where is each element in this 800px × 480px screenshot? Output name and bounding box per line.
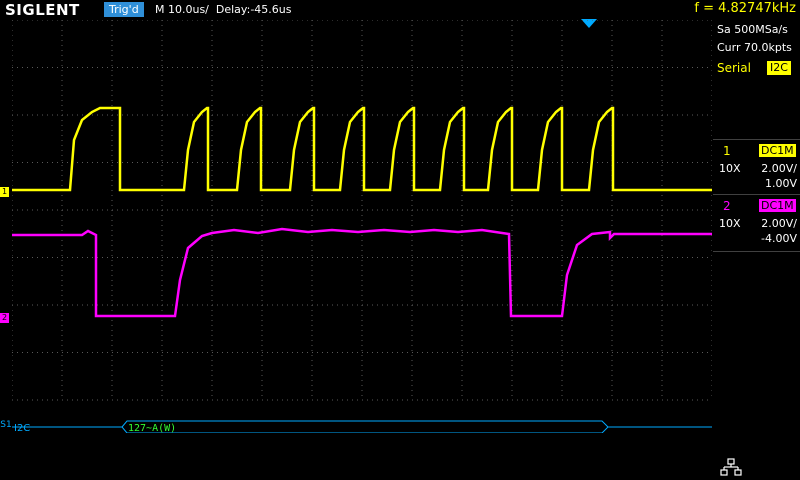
ch2-scale: 2.00V/	[761, 217, 797, 230]
ch2-number: 2	[723, 199, 731, 213]
ch1-offset: 1.00V	[764, 177, 797, 190]
graticule	[12, 20, 712, 401]
top-bar: SIGLENT Trig'd M 10.0us/ Delay:-45.6us f…	[0, 0, 800, 20]
waveform-display[interactable]: I2C 127~A(W)	[12, 20, 712, 433]
memory-depth: Curr 70.0kpts	[717, 41, 792, 54]
serial-label: Serial	[717, 61, 751, 75]
decode-protocol-label: I2C	[14, 423, 30, 433]
ch1-scale: 2.00V/	[761, 162, 797, 175]
ch1-probe: 10X	[719, 162, 741, 175]
brand-logo: SIGLENT	[5, 1, 80, 19]
ch2-waveform	[12, 227, 712, 318]
ch1-coupling: DC1M	[759, 144, 796, 157]
ch2-ground-marker[interactable]: 2	[0, 313, 9, 323]
network-icon	[720, 458, 742, 476]
decode-bus[interactable]: I2C 127~A(W)	[12, 420, 712, 433]
ch2-marker-label: 2	[1, 313, 8, 322]
decode-marker[interactable]: S1	[0, 420, 12, 430]
ch2-offset: -4.00V	[761, 232, 797, 245]
timebase-value: M 10.0us/	[155, 3, 209, 16]
ch2-probe: 10X	[719, 217, 741, 230]
ch1-ground-marker[interactable]: 1	[0, 187, 9, 197]
sample-rate: Sa 500MSa/s	[717, 23, 788, 36]
serial-protocol-badge: I2C	[767, 61, 791, 75]
delay-value: Delay:-45.6us	[215, 3, 292, 16]
ch1-marker-label: 1	[1, 187, 8, 196]
ch1-number: 1	[723, 144, 731, 158]
decode-packet-label: 127~A(W)	[128, 423, 176, 433]
timebase-readout[interactable]: M 10.0us/ Delay:-45.6us	[155, 3, 292, 16]
bottom-bar	[0, 435, 713, 480]
frequency-counter: f = 4.82747kHz	[694, 1, 796, 16]
ch1-info-panel[interactable]: 1 DC1M 10X 2.00V/ 1.00V	[713, 139, 800, 198]
serial-decode-panel[interactable]: Serial I2C	[713, 58, 800, 82]
ch2-coupling: DC1M	[759, 199, 796, 212]
trigger-status-badge[interactable]: Trig'd	[104, 2, 144, 17]
ch2-info-panel[interactable]: 2 DC1M 10X 2.00V/ -4.00V	[713, 194, 800, 252]
